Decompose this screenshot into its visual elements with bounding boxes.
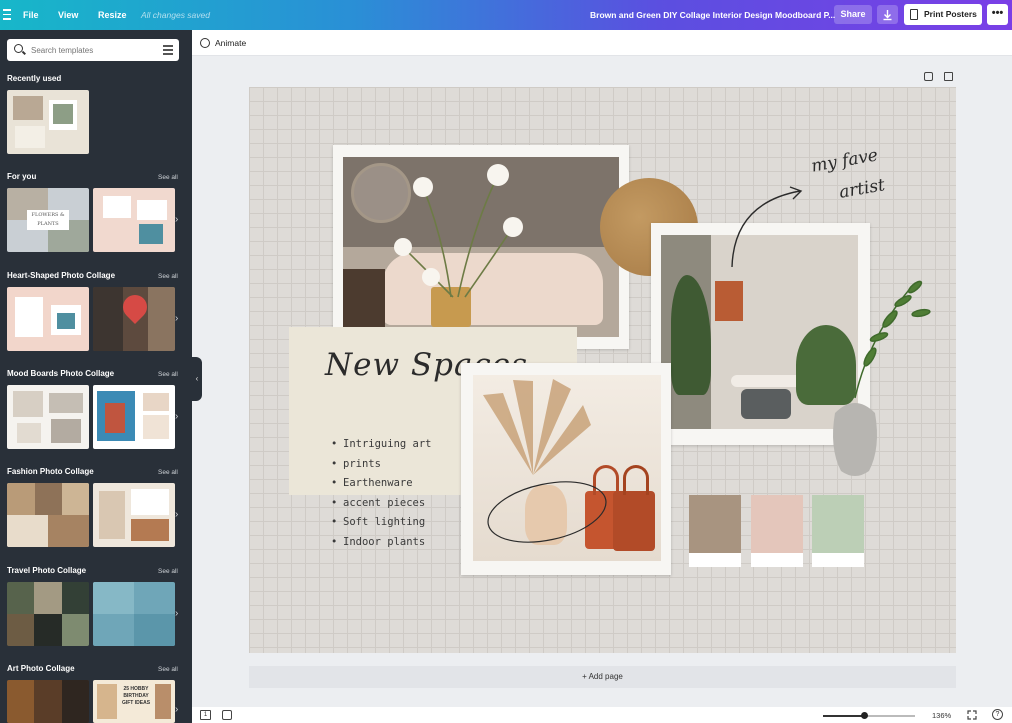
swatch-fill bbox=[689, 495, 741, 553]
filter-icon[interactable] bbox=[163, 45, 173, 55]
resize-menu[interactable]: Resize bbox=[98, 10, 127, 20]
bullet-item: Intriguing art bbox=[331, 435, 432, 455]
zoom-slider[interactable] bbox=[823, 712, 915, 719]
print-posters-label: Print Posters bbox=[924, 9, 977, 19]
living-room-photo bbox=[343, 157, 619, 337]
bullet-item: Indoor plants bbox=[331, 533, 432, 553]
document-title[interactable]: Brown and Green DIY Collage Interior Des… bbox=[590, 10, 835, 20]
duplicate-page-icon[interactable] bbox=[924, 72, 933, 81]
view-menu[interactable]: View bbox=[58, 10, 78, 20]
template-thumb[interactable] bbox=[7, 287, 89, 351]
more-options-button[interactable]: ••• bbox=[987, 4, 1008, 25]
color-swatch[interactable] bbox=[812, 495, 864, 567]
help-icon[interactable]: ? bbox=[992, 709, 1003, 720]
print-icon bbox=[910, 9, 918, 20]
chevron-right-icon[interactable]: › bbox=[175, 509, 178, 520]
notes-icon[interactable] bbox=[222, 710, 232, 720]
see-all-link[interactable]: See all bbox=[158, 174, 178, 181]
template-thumb[interactable] bbox=[93, 188, 175, 252]
bullet-continuation: accent pieces bbox=[331, 494, 432, 514]
section-title-mood-boards: Mood Boards Photo Collage bbox=[7, 369, 115, 378]
recent-template-thumb[interactable] bbox=[7, 90, 89, 154]
dried-palm-illustration bbox=[483, 379, 591, 475]
chevron-right-icon[interactable]: › bbox=[175, 704, 178, 715]
template-thumb[interactable] bbox=[7, 680, 89, 723]
fullscreen-icon[interactable] bbox=[967, 710, 977, 720]
flowers-illustration bbox=[394, 164, 523, 298]
script-text-line1[interactable]: my fave bbox=[810, 145, 880, 176]
search-icon bbox=[14, 44, 23, 53]
section-title-art: Art Photo Collage bbox=[7, 664, 75, 673]
zoom-level[interactable]: 136% bbox=[932, 711, 951, 720]
recently-used-title: Recently used bbox=[7, 74, 62, 83]
bottom-bar: 1 136% ? bbox=[192, 707, 1012, 723]
templates-panel: Recently used For you See all FLOWERS & … bbox=[0, 30, 192, 723]
section-title-fashion: Fashion Photo Collage bbox=[7, 467, 94, 476]
plant-vase-illustration bbox=[833, 280, 931, 476]
color-swatch[interactable] bbox=[689, 495, 741, 567]
menu-icon[interactable] bbox=[3, 9, 11, 21]
save-status: All changes saved bbox=[141, 10, 210, 20]
page-number[interactable]: 1 bbox=[200, 710, 211, 720]
template-thumb[interactable] bbox=[93, 385, 175, 449]
section-title-travel: Travel Photo Collage bbox=[7, 566, 87, 575]
chevron-right-icon[interactable]: › bbox=[175, 411, 178, 422]
template-thumb[interactable] bbox=[93, 582, 175, 646]
download-button[interactable] bbox=[877, 5, 898, 24]
chevron-right-icon[interactable]: › bbox=[175, 313, 178, 324]
photo-frame[interactable] bbox=[333, 145, 629, 349]
chevron-right-icon[interactable]: › bbox=[175, 608, 178, 619]
share-button[interactable]: Share bbox=[834, 5, 872, 24]
template-thumb[interactable] bbox=[93, 287, 175, 351]
oval-doodle bbox=[487, 481, 607, 543]
thumb-text: 25 HOBBY BIRTHDAY GIFT IDEAS bbox=[121, 686, 151, 706]
template-thumb[interactable] bbox=[7, 582, 89, 646]
section-title-heart-shaped: Heart-Shaped Photo Collage bbox=[7, 271, 116, 280]
design-canvas[interactable]: New Spaces Intriguing art prints Earthen… bbox=[249, 87, 956, 653]
bullet-continuation: prints bbox=[331, 455, 432, 475]
script-text-line2[interactable]: artist bbox=[838, 175, 887, 203]
see-all-link[interactable]: See all bbox=[158, 666, 178, 673]
heart-shape bbox=[118, 290, 152, 324]
animate-button[interactable]: Animate bbox=[200, 38, 246, 48]
add-page-icon[interactable] bbox=[944, 72, 953, 81]
template-thumb[interactable] bbox=[7, 483, 89, 547]
add-page-button[interactable]: + Add page bbox=[249, 666, 956, 688]
animate-label: Animate bbox=[215, 38, 247, 48]
print-posters-button[interactable]: Print Posters bbox=[904, 4, 982, 25]
top-bar: File View Resize All changes saved Brown… bbox=[0, 0, 1012, 30]
file-menu[interactable]: File bbox=[23, 10, 39, 20]
bullet-continuation-text: accent pieces bbox=[343, 496, 426, 509]
swatch-fill bbox=[751, 495, 803, 553]
animate-icon bbox=[200, 38, 210, 48]
arrow-doodle bbox=[731, 186, 803, 268]
see-all-link[interactable]: See all bbox=[158, 568, 178, 575]
see-all-link[interactable]: See all bbox=[158, 273, 178, 280]
section-title-for-you: For you bbox=[7, 172, 37, 181]
bullet-item: Earthenware bbox=[331, 474, 432, 494]
template-thumb[interactable]: 25 HOBBY BIRTHDAY GIFT IDEAS bbox=[93, 680, 175, 723]
see-all-link[interactable]: See all bbox=[158, 371, 178, 378]
see-all-link[interactable]: See all bbox=[158, 469, 178, 476]
download-icon bbox=[883, 10, 892, 21]
collapse-panel-button[interactable]: ‹ bbox=[192, 357, 202, 401]
template-thumb[interactable] bbox=[93, 483, 175, 547]
template-thumb[interactable] bbox=[7, 385, 89, 449]
editor-toolbar: Animate bbox=[192, 30, 1012, 56]
zoom-slider-handle[interactable] bbox=[861, 712, 868, 719]
search-input[interactable] bbox=[31, 42, 151, 58]
bullet-list[interactable]: Intriguing art prints Earthenware accent… bbox=[331, 435, 432, 552]
bullet-continuation-text: prints bbox=[343, 457, 381, 470]
search-bar[interactable] bbox=[7, 39, 179, 61]
color-swatch[interactable] bbox=[751, 495, 803, 567]
template-thumb[interactable]: FLOWERS & PLANTS bbox=[7, 188, 89, 252]
swatch-fill bbox=[812, 495, 864, 553]
bullet-item: Soft lighting bbox=[331, 513, 432, 533]
chevron-right-icon[interactable]: › bbox=[175, 214, 178, 225]
thumb-text: FLOWERS & PLANTS bbox=[27, 210, 69, 230]
